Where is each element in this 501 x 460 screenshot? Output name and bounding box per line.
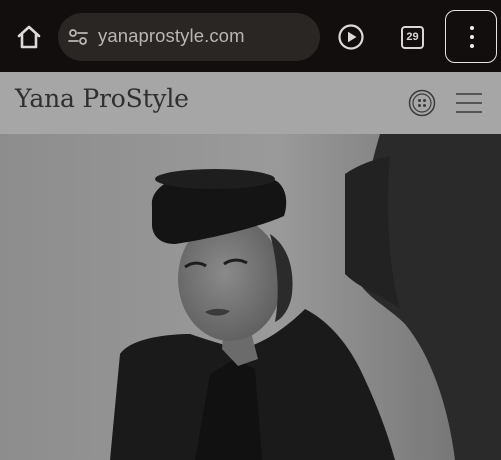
menu-dot [469, 44, 474, 48]
tab-switcher-button[interactable]: 29 [401, 26, 424, 49]
more-vert-icon[interactable] [445, 10, 497, 63]
url-text[interactable]: yanaprostyle.com [98, 25, 245, 47]
menu-dot [469, 35, 474, 39]
browser-toolbar: yanaprostyle.com 29 [0, 0, 501, 72]
hamburger-icon[interactable] [455, 91, 483, 115]
home-icon[interactable] [14, 22, 44, 52]
hero-image [0, 134, 501, 460]
site-logo[interactable]: Yana ProStyle [15, 84, 189, 113]
play-circle-icon[interactable] [337, 23, 365, 51]
menu-dot [469, 26, 474, 30]
globe-button-icon[interactable] [408, 89, 436, 117]
address-bar[interactable]: yanaprostyle.com [58, 13, 320, 61]
portrait-photo [0, 134, 501, 460]
site-header: Yana ProStyle [0, 72, 501, 134]
tune-icon[interactable] [68, 27, 88, 47]
